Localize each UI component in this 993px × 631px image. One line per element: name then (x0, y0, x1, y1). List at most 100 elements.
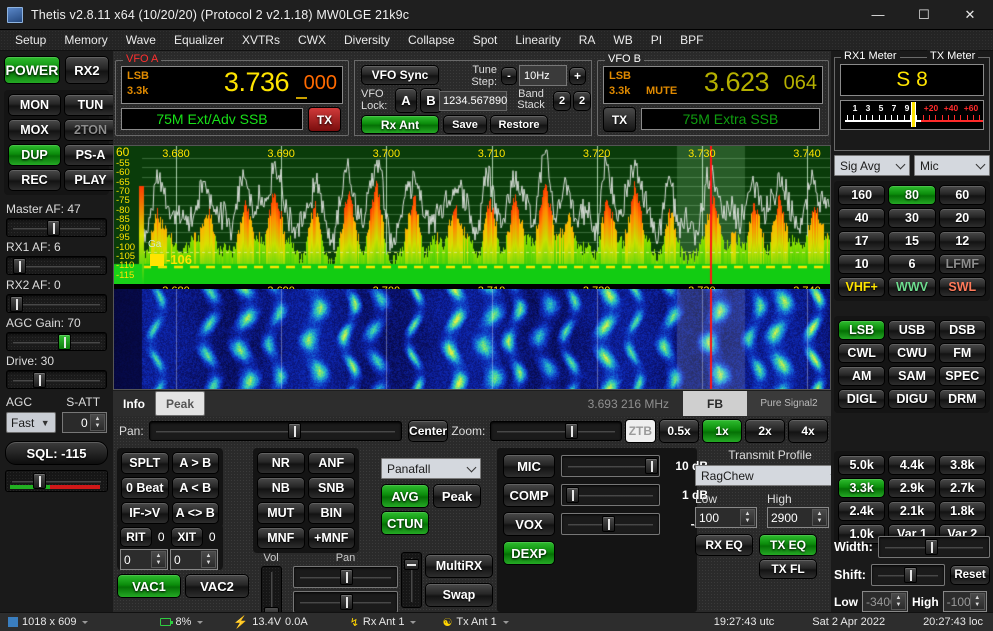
peak-button[interactable]: Peak (433, 484, 481, 508)
spin-down-icon[interactable]: ▼ (91, 423, 104, 431)
pan-slider[interactable] (149, 421, 402, 441)
shift-slider[interactable] (871, 564, 945, 586)
tune-step-value[interactable]: 10Hz (519, 65, 567, 86)
button-2ton[interactable]: 2TON (64, 119, 117, 141)
button-12[interactable]: 12 (939, 231, 986, 251)
vfo-a-tx-button[interactable]: TX (308, 107, 341, 132)
menu-item-memory[interactable]: Memory (55, 31, 116, 49)
slider-thumb-1[interactable] (13, 258, 26, 274)
tx-low-stepper[interactable]: 100 ▲ ▼ (695, 507, 757, 528)
rx-ant-button[interactable]: Rx Ant (361, 115, 439, 134)
button-anf[interactable]: ANF (308, 452, 356, 474)
button-5-0k[interactable]: 5.0k (838, 455, 885, 475)
frequency-entry-field[interactable]: 1234.567890 (439, 91, 507, 111)
filter-low-spin-arrows[interactable]: ▲ ▼ (891, 593, 906, 610)
spin-down-icon[interactable]: ▼ (741, 518, 754, 526)
vfo-sync-button[interactable]: VFO Sync (361, 65, 439, 85)
tab-info[interactable]: Info (113, 391, 155, 416)
menu-item-wb[interactable]: WB (604, 31, 641, 49)
button-mon[interactable]: MON (8, 94, 61, 116)
dexp-button[interactable]: DEXP (503, 541, 555, 565)
slider-thumb-3[interactable] (58, 334, 71, 350)
button-ps-a[interactable]: PS-A (64, 144, 117, 166)
save-button[interactable]: Save (443, 115, 487, 134)
pure-signal-label[interactable]: Pure Signal2 (747, 391, 831, 416)
button-nr[interactable]: NR (257, 452, 305, 474)
filter-low-stepper[interactable]: -3400 ▲ ▼ (862, 591, 908, 612)
vox-button[interactable]: VOX (503, 512, 555, 536)
status-tx-ant[interactable]: ☯ Tx Ant 1 (436, 616, 514, 629)
waterfall-canvas[interactable] (114, 289, 830, 389)
button-30[interactable]: 30 (888, 208, 935, 228)
spin-up-icon[interactable]: ▲ (91, 415, 104, 423)
button-spec[interactable]: SPEC (939, 366, 986, 386)
menu-item-equalizer[interactable]: Equalizer (165, 31, 233, 49)
agc-mode-select[interactable]: Fast ▼ (6, 412, 56, 433)
spin-up-icon[interactable]: ▲ (813, 510, 826, 518)
multirx-button[interactable]: MultiRX (425, 554, 493, 578)
button-dsb[interactable]: DSB (939, 320, 986, 340)
button-0-beat[interactable]: 0 Beat (121, 477, 169, 499)
swap-button[interactable]: Swap (425, 583, 493, 607)
button--mnf[interactable]: +MNF (308, 527, 356, 549)
button-10[interactable]: 10 (838, 254, 885, 274)
pan-thumb[interactable] (288, 423, 301, 439)
button-bin[interactable]: BIN (308, 502, 356, 524)
button-15[interactable]: 15 (888, 231, 935, 251)
rx1-pan-thumb[interactable] (340, 569, 353, 585)
button-rec[interactable]: REC (8, 169, 61, 191)
vac1-button[interactable]: VAC1 (117, 574, 181, 598)
spin-down-icon[interactable]: ▼ (152, 560, 165, 568)
button-vhf-[interactable]: VHF+ (838, 277, 885, 297)
button-40[interactable]: 40 (838, 208, 885, 228)
button-tun[interactable]: TUN (64, 94, 117, 116)
shift-thumb[interactable] (904, 567, 917, 583)
rx1-pan-slider[interactable] (293, 566, 398, 588)
button-sam[interactable]: SAM (888, 366, 935, 386)
tab-peak[interactable]: Peak (155, 391, 205, 416)
slider-track-0[interactable] (6, 218, 107, 237)
menu-item-setup[interactable]: Setup (6, 31, 55, 49)
tune-step-decrease-button[interactable]: - (501, 67, 517, 85)
menu-item-diversity[interactable]: Diversity (335, 31, 399, 49)
vox-thumb[interactable] (602, 516, 615, 532)
menu-item-xvtrs[interactable]: XVTRs (233, 31, 289, 49)
squelch-thumb[interactable] (33, 473, 46, 489)
panadapter[interactable]: 60-55-60-65-70-75-80-85-90-95-100-105-11… (114, 146, 830, 284)
avg-button[interactable]: AVG (381, 484, 429, 508)
menu-item-spot[interactable]: Spot (464, 31, 507, 49)
button-a-b[interactable]: A > B (172, 452, 220, 474)
comp-button[interactable]: COMP (503, 483, 555, 507)
button-splt[interactable]: SPLT (121, 452, 169, 474)
spin-up-icon[interactable]: ▲ (971, 594, 984, 602)
slider-track-3[interactable] (6, 332, 107, 351)
rx2-volume-thumb[interactable] (404, 559, 419, 570)
mic-button[interactable]: MIC (503, 454, 555, 478)
slider-track-4[interactable] (6, 370, 107, 389)
mic-gain-slider[interactable] (561, 455, 660, 477)
slider-thumb-0[interactable] (47, 220, 60, 236)
menu-item-wave[interactable]: Wave (117, 31, 165, 49)
rit-button[interactable]: RIT (120, 527, 152, 547)
close-button[interactable]: ✕ (947, 0, 993, 30)
rx2-pan-thumb[interactable] (340, 594, 353, 610)
button-am[interactable]: AM (838, 366, 885, 386)
button-lsb[interactable]: LSB (838, 320, 885, 340)
band-stack-button-2[interactable]: 2 (573, 91, 591, 111)
vfo-b-tx-button[interactable]: TX (603, 107, 636, 132)
slider-thumb-2[interactable] (10, 296, 23, 312)
width-thumb[interactable] (925, 539, 938, 555)
button-a-b[interactable]: A < B (172, 477, 220, 499)
button-6[interactable]: 6 (888, 254, 935, 274)
button-drm[interactable]: DRM (939, 389, 986, 409)
minimize-button[interactable]: — (855, 0, 901, 30)
button-swl[interactable]: SWL (939, 277, 986, 297)
waterfall[interactable] (114, 289, 830, 389)
fb-button[interactable]: FB (683, 391, 747, 416)
comp-slider[interactable] (561, 484, 660, 506)
button-4-4k[interactable]: 4.4k (888, 455, 935, 475)
spin-down-icon[interactable]: ▼ (971, 602, 984, 610)
tx-high-spin-arrows[interactable]: ▲ ▼ (812, 509, 827, 526)
status-cpu[interactable]: 8% (154, 616, 209, 628)
spin-down-icon[interactable]: ▼ (202, 560, 215, 568)
